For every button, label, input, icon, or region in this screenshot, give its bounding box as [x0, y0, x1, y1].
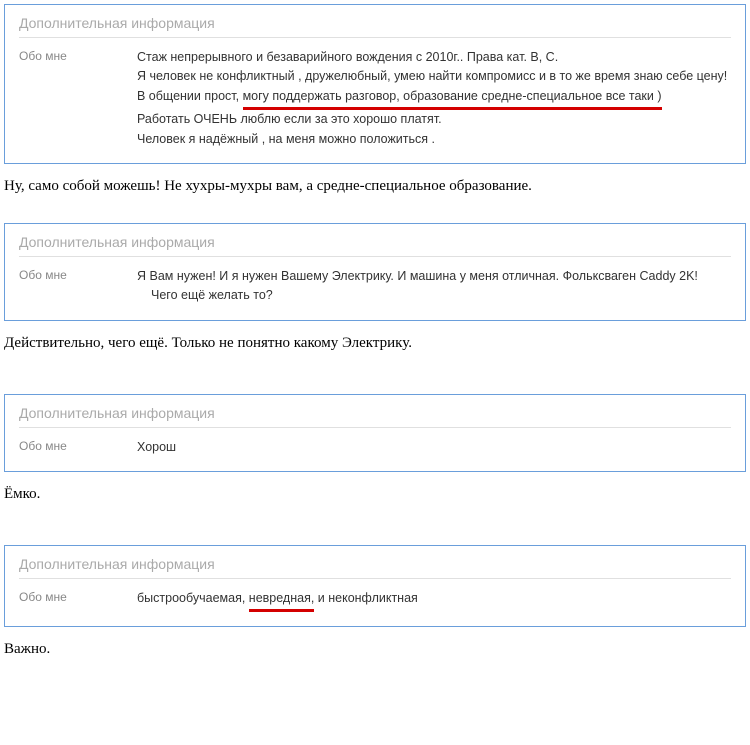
commentary-text: Ёмко.	[4, 486, 746, 503]
commentary-text: Важно.	[4, 641, 746, 658]
text-line: Я Вам нужен! И я нужен Вашему Электрику.…	[137, 267, 698, 286]
card-title: Дополнительная информация	[19, 556, 731, 579]
field-value-about: быстрообучаемая, невредная, и неконфликт…	[137, 589, 418, 612]
card-title: Дополнительная информация	[19, 234, 731, 257]
card-title: Дополнительная информация	[19, 405, 731, 428]
text-line: Хорош	[137, 438, 176, 457]
field-label-about: Обо мне	[19, 589, 119, 604]
text-prefix: В общении прост,	[137, 89, 243, 103]
underlined-text: невредная,	[249, 589, 315, 612]
commentary-text: Ну, само собой можешь! Не хухры-мухры ва…	[4, 178, 746, 195]
card-row: Обо мне быстрообучаемая, невредная, и не…	[19, 589, 731, 612]
info-card: Дополнительная информация Обо мне Хорош	[4, 394, 746, 472]
field-value-about: Хорош	[137, 438, 176, 457]
underlined-text: могу поддержать разговор, образование ср…	[243, 87, 662, 110]
card-title: Дополнительная информация	[19, 15, 731, 38]
text-line: Стаж непрерывного и безаварийного вожден…	[137, 48, 727, 67]
field-label-about: Обо мне	[19, 267, 119, 282]
card-row: Обо мне Хорош	[19, 438, 731, 457]
field-value-about: Стаж непрерывного и безаварийного вожден…	[137, 48, 727, 149]
text-line: Работать ОЧЕНЬ люблю если за это хорошо …	[137, 110, 727, 129]
info-card: Дополнительная информация Обо мне быстро…	[4, 545, 746, 627]
field-value-about: Я Вам нужен! И я нужен Вашему Электрику.…	[137, 267, 698, 306]
info-card: Дополнительная информация Обо мне Стаж н…	[4, 4, 746, 164]
field-label-about: Обо мне	[19, 48, 119, 63]
text-prefix: быстрообучаемая,	[137, 591, 249, 605]
commentary-text: Действительно, чего ещё. Только не понят…	[4, 335, 746, 352]
info-card: Дополнительная информация Обо мне Я Вам …	[4, 223, 746, 321]
card-row: Обо мне Стаж непрерывного и безаварийног…	[19, 48, 731, 149]
text-line: Я человек не конфликтный , дружелюбный, …	[137, 67, 727, 86]
text-suffix: и неконфликтная	[314, 591, 418, 605]
text-line: Чего ещё желать то?	[137, 286, 698, 305]
card-row: Обо мне Я Вам нужен! И я нужен Вашему Эл…	[19, 267, 731, 306]
text-line: В общении прост, могу поддержать разгово…	[137, 87, 727, 110]
field-label-about: Обо мне	[19, 438, 119, 453]
text-line: Человек я надёжный , на меня можно полож…	[137, 130, 727, 149]
text-line: быстрообучаемая, невредная, и неконфликт…	[137, 589, 418, 612]
